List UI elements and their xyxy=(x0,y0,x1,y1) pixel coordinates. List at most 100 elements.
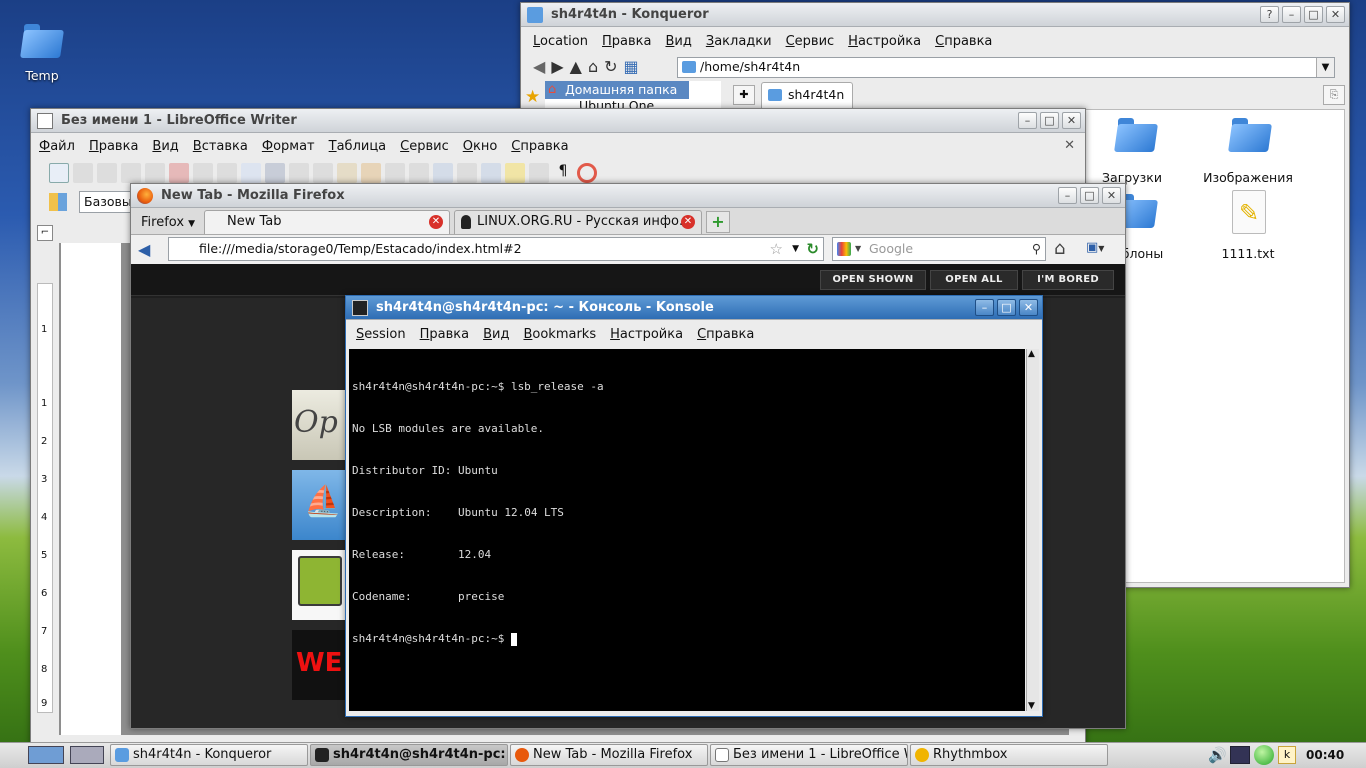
url-input[interactable]: file:///media/storage0/Temp/Estacado/ind… xyxy=(168,237,824,261)
menu-edit[interactable]: Правка xyxy=(596,34,657,49)
navigator-icon[interactable] xyxy=(505,163,525,183)
bookmarks-menu-icon[interactable]: ▣▼ xyxy=(1086,240,1116,258)
search-input[interactable]: ▼ Google ⚲ xyxy=(832,237,1046,261)
page[interactable] xyxy=(61,243,121,735)
tile-ship[interactable]: ⛵ xyxy=(292,470,346,540)
sidebar-item-home[interactable]: ⌂ Домашняя папка xyxy=(545,81,689,99)
menu-edit[interactable]: Правка xyxy=(414,327,475,342)
menu-tools[interactable]: Сервис xyxy=(780,34,841,49)
bookmark-star-icon[interactable]: ★ xyxy=(525,87,540,107)
taskbar-item-konqueror[interactable]: sh4r4t4n - Konqueror xyxy=(110,744,308,766)
chevron-down-icon[interactable]: ▼ xyxy=(792,238,799,260)
save-icon[interactable] xyxy=(97,163,117,183)
menu-table[interactable]: Таблица xyxy=(323,139,393,154)
menu-help[interactable]: Справка xyxy=(929,34,998,49)
view-mode-icon[interactable]: ▦ xyxy=(624,57,645,76)
close-tab-icon[interactable]: ⎘ xyxy=(1323,85,1345,105)
help-button[interactable]: ? xyxy=(1260,6,1279,23)
menu-view[interactable]: Вид xyxy=(146,139,184,154)
konsole-titlebar[interactable]: sh4r4t4n@sh4r4t4n-pc: ~ - Консоль - Kons… xyxy=(346,296,1042,320)
edit-file-icon[interactable] xyxy=(145,163,165,183)
desktop-icon-temp[interactable]: Temp xyxy=(14,18,70,86)
open-icon[interactable] xyxy=(73,163,93,183)
tab-new-tab[interactable]: New Tab ✕ xyxy=(204,210,450,234)
format-paintbrush-icon[interactable] xyxy=(361,163,381,183)
styles-icon[interactable] xyxy=(49,193,67,211)
workspace-switcher-icon[interactable] xyxy=(70,746,104,764)
konqueror-titlebar[interactable]: sh4r4t4n - Konqueror ? – □ ✕ xyxy=(521,3,1349,27)
new-tab-icon[interactable]: ✚ xyxy=(733,85,755,105)
new-tab-plus-icon[interactable]: + xyxy=(706,211,730,233)
status-green-icon[interactable] xyxy=(1254,745,1274,765)
taskbar-item-rhythmbox[interactable]: Rhythmbox xyxy=(910,744,1108,766)
menu-tools[interactable]: Сервис xyxy=(394,139,455,154)
minimize-button[interactable]: – xyxy=(1018,112,1037,129)
spellcheck-icon[interactable] xyxy=(241,163,261,183)
location-input[interactable]: /home/sh4r4t4n ▼ xyxy=(677,57,1335,78)
taskbar-item-firefox[interactable]: New Tab - Mozilla Firefox xyxy=(510,744,708,766)
menu-view[interactable]: Вид xyxy=(477,327,515,342)
gallery-icon[interactable] xyxy=(529,163,549,183)
table-icon[interactable] xyxy=(457,163,477,183)
search-binoculars-icon[interactable]: ⚲ xyxy=(1032,238,1041,260)
back-icon[interactable]: ◀ xyxy=(138,240,150,259)
menu-format[interactable]: Формат xyxy=(256,139,321,154)
export-pdf-icon[interactable] xyxy=(169,163,189,183)
menu-view[interactable]: Вид xyxy=(659,34,697,49)
firefox-titlebar[interactable]: New Tab - Mozilla Firefox – □ ✕ xyxy=(131,184,1125,208)
terminal-scrollbar[interactable]: ▲ ▼ xyxy=(1026,349,1039,711)
open-shown-button[interactable]: OPEN SHOWN xyxy=(820,270,926,290)
menu-help[interactable]: Справка xyxy=(505,139,574,154)
maximize-button[interactable]: □ xyxy=(1304,6,1323,23)
redo-icon[interactable] xyxy=(409,163,429,183)
star-bookmark-icon[interactable]: ☆ xyxy=(770,238,783,260)
menu-insert[interactable]: Вставка xyxy=(187,139,254,154)
maximize-button[interactable]: □ xyxy=(1080,187,1099,204)
minimize-button[interactable]: – xyxy=(1282,6,1301,23)
undo-icon[interactable] xyxy=(385,163,405,183)
menu-file[interactable]: Файл xyxy=(33,139,81,154)
clock[interactable]: 00:40 xyxy=(1306,748,1344,762)
menu-session[interactable]: Session xyxy=(350,327,412,342)
tab-stop-selector[interactable]: ⌐ xyxy=(37,225,53,241)
close-tab-icon[interactable]: ✕ xyxy=(429,215,443,229)
menu-edit[interactable]: Правка xyxy=(83,139,144,154)
menu-help[interactable]: Справка xyxy=(691,327,760,342)
menu-settings[interactable]: Настройка xyxy=(842,34,927,49)
google-icon[interactable] xyxy=(837,242,851,256)
maximize-button[interactable]: □ xyxy=(997,299,1016,316)
chevron-down-icon[interactable]: ▼ xyxy=(1316,58,1334,77)
konqueror-tab[interactable]: sh4r4t4n xyxy=(761,82,853,108)
close-document-icon[interactable]: ✕ xyxy=(1064,138,1075,153)
close-button[interactable]: ✕ xyxy=(1326,6,1345,23)
menu-settings[interactable]: Настройка xyxy=(604,327,689,342)
file-item-downloads[interactable]: Загрузки xyxy=(1082,112,1182,185)
close-tab-icon[interactable]: ✕ xyxy=(681,215,695,229)
show-desktop-icon[interactable] xyxy=(28,746,64,764)
im-bored-button[interactable]: I'M BORED xyxy=(1022,270,1114,290)
open-all-button[interactable]: OPEN ALL xyxy=(930,270,1018,290)
print-preview-icon[interactable] xyxy=(217,163,237,183)
back-icon[interactable]: ◀ xyxy=(533,57,551,76)
close-button[interactable]: ✕ xyxy=(1062,112,1081,129)
reload-icon[interactable]: ↻ xyxy=(806,238,819,260)
tile-deviantart[interactable] xyxy=(292,550,346,620)
close-button[interactable]: ✕ xyxy=(1102,187,1121,204)
help-lifebuoy-icon[interactable] xyxy=(577,163,597,183)
taskbar-item-writer[interactable]: Без имени 1 - LibreOffice W xyxy=(710,744,908,766)
scroll-down-icon[interactable]: ▼ xyxy=(1028,701,1035,711)
menu-bookmarks[interactable]: Закладки xyxy=(700,34,778,49)
autospell-icon[interactable] xyxy=(265,163,285,183)
volume-icon[interactable]: 🔊 xyxy=(1208,746,1227,764)
tile-opera[interactable]: Op xyxy=(292,390,346,460)
keyboard-layout-icon[interactable]: k xyxy=(1278,746,1296,764)
file-item-pictures[interactable]: Изображения xyxy=(1198,112,1298,185)
paste-icon[interactable] xyxy=(337,163,357,183)
network-icon[interactable] xyxy=(1230,746,1250,764)
home-icon[interactable]: ⌂ xyxy=(588,57,604,76)
print-icon[interactable] xyxy=(193,163,213,183)
tab-linux-org-ru[interactable]: LINUX.ORG.RU - Русская инфо... ✕ xyxy=(454,210,702,234)
terminal-output[interactable]: sh4r4t4n@sh4r4t4n-pc:~$ lsb_release -a N… xyxy=(349,349,1025,711)
up-icon[interactable]: ▲ xyxy=(570,57,588,76)
forward-icon[interactable]: ▶ xyxy=(551,57,569,76)
